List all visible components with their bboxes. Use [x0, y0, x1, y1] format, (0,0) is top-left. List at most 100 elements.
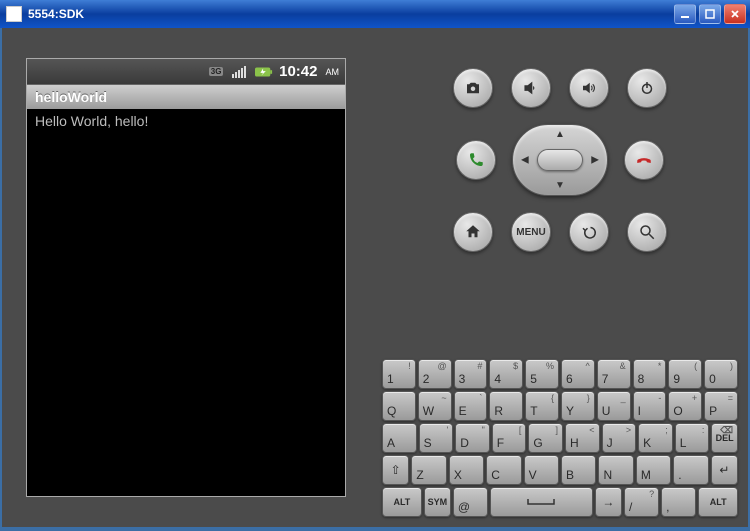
key-n[interactable]: N: [598, 455, 633, 485]
app-content-text: Hello World, hello!: [35, 113, 148, 129]
dpad-up[interactable]: ▲: [555, 129, 565, 140]
key-del[interactable]: DEL⌫: [711, 423, 738, 453]
search-button[interactable]: [627, 212, 667, 252]
status-clock-time: 10:42: [279, 63, 317, 80]
emulator-controls-pane: ▲ ▼ ◀ ▶ MENU: [372, 30, 746, 525]
key-t[interactable]: T{: [525, 391, 559, 421]
signal-icon: [231, 65, 249, 79]
key-g[interactable]: G]: [528, 423, 563, 453]
key-1[interactable]: 1!: [382, 359, 416, 389]
keyboard-row: AS'D"F[G]H<J>K;L:DEL⌫: [382, 423, 738, 453]
key-5[interactable]: 5%: [525, 359, 559, 389]
key-alt[interactable]: ALT: [382, 487, 422, 517]
key-v[interactable]: V: [524, 455, 559, 485]
app-title-bar: helloWorld: [27, 85, 345, 109]
key-s[interactable]: S': [419, 423, 454, 453]
camera-icon: [464, 79, 482, 97]
network-3g-icon: 3G: [207, 65, 225, 79]
key-y[interactable]: Y}: [561, 391, 595, 421]
key-l[interactable]: L:: [675, 423, 710, 453]
end-call-icon: [635, 151, 653, 169]
hw-row-1: [453, 68, 667, 108]
key-sym[interactable]: SYM: [424, 487, 451, 517]
volume-up-button[interactable]: [569, 68, 609, 108]
key-p[interactable]: P=: [704, 391, 738, 421]
key-lang[interactable]: →: [595, 487, 622, 517]
camera-button[interactable]: [453, 68, 493, 108]
key-.[interactable]: .: [673, 455, 708, 485]
key-2[interactable]: 2@: [418, 359, 452, 389]
key-@[interactable]: @: [453, 487, 488, 517]
key-m[interactable]: M: [636, 455, 671, 485]
key-alt[interactable]: ALT: [698, 487, 738, 517]
dpad-down[interactable]: ▼: [555, 180, 565, 191]
search-icon: [638, 223, 656, 241]
keyboard-area: 1!2@3#4$5%6^7&8*9(0)QW~E`RT{Y}U_I-O+P=AS…: [382, 351, 738, 517]
app-title-text: helloWorld: [35, 89, 107, 105]
key-x[interactable]: X: [449, 455, 484, 485]
home-icon: [464, 223, 482, 241]
app-content: Hello World, hello!: [27, 109, 345, 133]
menu-label: MENU: [516, 227, 545, 238]
key-h[interactable]: H<: [565, 423, 600, 453]
back-icon: [580, 223, 598, 241]
key-c[interactable]: C: [486, 455, 521, 485]
key-o[interactable]: O+: [668, 391, 702, 421]
key-/[interactable]: /?: [624, 487, 659, 517]
key-r[interactable]: R: [489, 391, 523, 421]
home-button[interactable]: [453, 212, 493, 252]
dpad-center[interactable]: [537, 149, 583, 171]
key-8[interactable]: 8*: [633, 359, 667, 389]
dpad-left[interactable]: ◀: [521, 155, 529, 166]
maximize-button[interactable]: [699, 4, 721, 24]
keyboard-row: 1!2@3#4$5%6^7&8*9(0): [382, 359, 738, 389]
window-title: 5554:SDK: [28, 7, 674, 21]
power-button[interactable]: [627, 68, 667, 108]
end-call-button[interactable]: [624, 140, 664, 180]
back-button[interactable]: [569, 212, 609, 252]
window-buttons: [674, 4, 746, 24]
key-6[interactable]: 6^: [561, 359, 595, 389]
key-b[interactable]: B: [561, 455, 596, 485]
key-0[interactable]: 0): [704, 359, 738, 389]
key-k[interactable]: K;: [638, 423, 673, 453]
key-i[interactable]: I-: [633, 391, 667, 421]
keyboard-row: QW~E`RT{Y}U_I-O+P=: [382, 391, 738, 421]
close-button[interactable]: [724, 4, 746, 24]
dpad-right[interactable]: ▶: [591, 155, 599, 166]
key-enter[interactable]: ↵: [711, 455, 738, 485]
key-shift[interactable]: ⇧: [382, 455, 409, 485]
phone-screen[interactable]: 3G: [26, 58, 346, 497]
key-4[interactable]: 4$: [489, 359, 523, 389]
menu-button[interactable]: MENU: [511, 212, 551, 252]
battery-icon: [255, 65, 273, 79]
key-q[interactable]: Q: [382, 391, 416, 421]
key-a[interactable]: A: [382, 423, 417, 453]
key-z[interactable]: Z: [411, 455, 446, 485]
call-button[interactable]: [456, 140, 496, 180]
key-w[interactable]: W~: [418, 391, 452, 421]
key-,[interactable]: ,: [661, 487, 696, 517]
emulator-screen-pane: 3G: [4, 30, 372, 525]
key-space[interactable]: [490, 487, 593, 517]
key-e[interactable]: E`: [454, 391, 488, 421]
key-7[interactable]: 7&: [597, 359, 631, 389]
keyboard: 1!2@3#4$5%6^7&8*9(0)QW~E`RT{Y}U_I-O+P=AS…: [382, 359, 738, 517]
key-3[interactable]: 3#: [454, 359, 488, 389]
space-icon: [526, 497, 556, 507]
status-clock-ampm: AM: [326, 67, 340, 77]
hw-row-2: ▲ ▼ ◀ ▶: [456, 122, 664, 198]
key-j[interactable]: J>: [602, 423, 637, 453]
key-9[interactable]: 9(: [668, 359, 702, 389]
minimize-button[interactable]: [674, 4, 696, 24]
dpad: ▲ ▼ ◀ ▶: [510, 122, 610, 198]
key-u[interactable]: U_: [597, 391, 631, 421]
key-f[interactable]: F[: [492, 423, 527, 453]
keyboard-row: ⇧ZXCVBNM.↵: [382, 455, 738, 485]
app-icon: [6, 6, 22, 22]
hw-row-3: MENU: [453, 212, 667, 252]
key-d[interactable]: D": [455, 423, 490, 453]
volume-down-button[interactable]: [511, 68, 551, 108]
volume-down-icon: [522, 79, 540, 97]
hardware-buttons: ▲ ▼ ◀ ▶ MENU: [382, 38, 738, 262]
